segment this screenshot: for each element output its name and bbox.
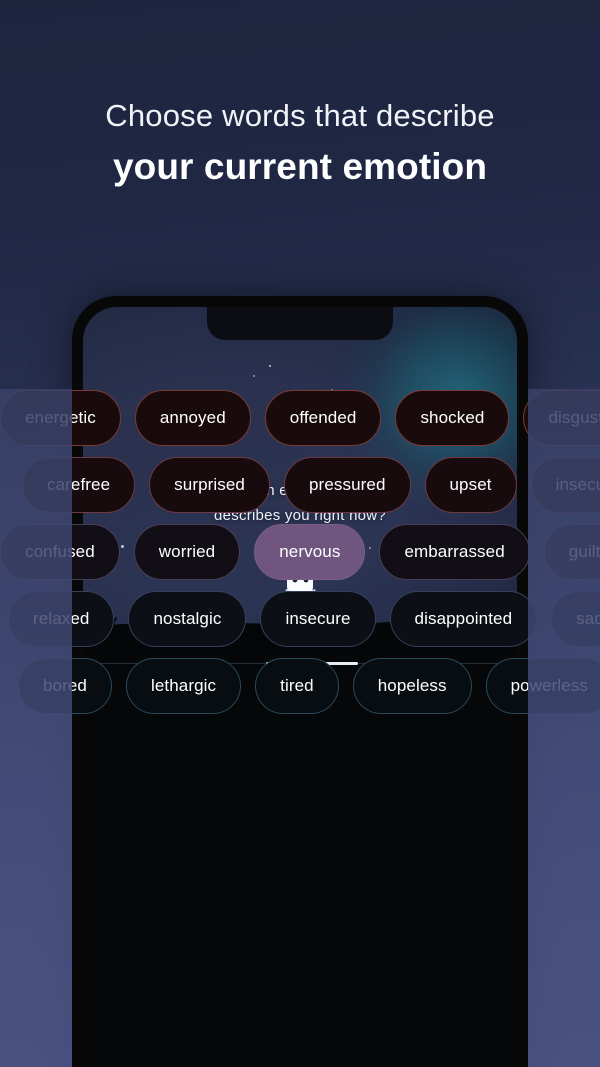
emotion-chip-disgusted[interactable]: disgusted xyxy=(523,390,600,446)
emotion-chip-carefree[interactable]: carefree xyxy=(22,457,136,513)
emotion-chip-offended[interactable]: offended xyxy=(264,390,382,446)
star-dot xyxy=(121,545,124,548)
emotion-chip-embarrassed[interactable]: embarrassed xyxy=(379,524,530,580)
page-title-line-2: your current emotion xyxy=(112,145,488,187)
emotion-chip-sad[interactable]: sad xyxy=(551,591,600,647)
emotion-chip-hopeless[interactable]: hopeless xyxy=(352,658,472,714)
emotion-chip-nostalgic[interactable]: nostalgic xyxy=(128,591,247,647)
emotion-chip-nervous[interactable]: nervous xyxy=(254,524,366,580)
phone-lower-panel xyxy=(83,654,517,1067)
chip-row: bored lethargic tired hopeless powerless xyxy=(0,657,600,715)
emotion-chip-pressured[interactable]: pressured xyxy=(284,457,411,513)
phone-notch xyxy=(207,307,393,340)
emotion-chip-guilty[interactable]: guilty xyxy=(543,524,600,580)
emotion-chip-insecure[interactable]: insecure xyxy=(260,591,376,647)
emotion-chip-energetic[interactable]: energetic xyxy=(0,390,121,446)
star-dot xyxy=(269,365,271,367)
emotion-chip-disappointed[interactable]: disappointed xyxy=(389,591,538,647)
emotion-chip-annoyed[interactable]: annoyed xyxy=(134,390,251,446)
emotion-chip-shocked[interactable]: shocked xyxy=(395,390,510,446)
emotion-chip-worried[interactable]: worried xyxy=(133,524,241,580)
chip-row: relaxed nostalgic insecure disappointed sad xyxy=(0,590,600,648)
chip-row: confusedworriednervousembarrassedguilty xyxy=(0,523,600,581)
emotion-chip-upset[interactable]: upset xyxy=(424,457,517,513)
emotion-chip-insecure[interactable]: insecure xyxy=(530,457,600,513)
emotion-chip-bored[interactable]: bored xyxy=(18,658,112,714)
page-title-line-1: Choose words that describe xyxy=(105,98,495,133)
star-dot xyxy=(253,375,255,377)
emotion-chip-confused[interactable]: confused xyxy=(0,524,120,580)
star-dot xyxy=(369,547,371,549)
emotion-chip-lethargic[interactable]: lethargic xyxy=(125,658,242,714)
emotion-chip-surprised[interactable]: surprised xyxy=(149,457,270,513)
emotion-chip-tired[interactable]: tired xyxy=(255,658,339,714)
emotion-chip-powerless[interactable]: powerless xyxy=(485,658,600,714)
emotion-chip-relaxed[interactable]: relaxed xyxy=(8,591,115,647)
page-title: Choose words that describe your current … xyxy=(0,98,600,187)
